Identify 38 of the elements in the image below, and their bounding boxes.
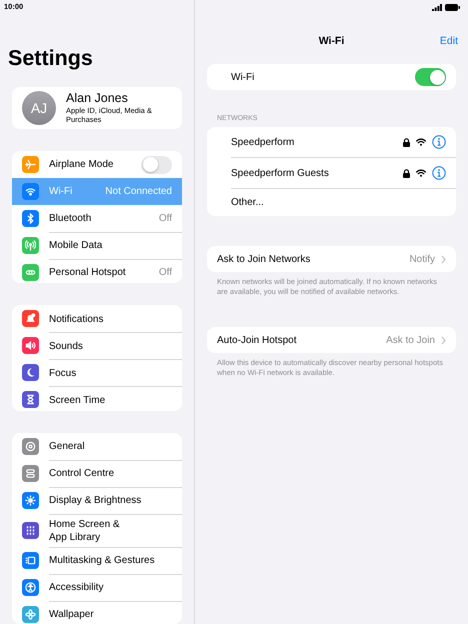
wifi-label: Wi-Fi (231, 72, 254, 82)
chevron-icon (441, 254, 446, 264)
network-name[interactable]: Other... (231, 197, 264, 208)
avatar: AJ (22, 90, 56, 125)
sidebar-item[interactable]: Airplane Mode (12, 150, 182, 178)
wifi-icon (416, 138, 426, 146)
sidebar-item[interactable]: Sounds (12, 332, 182, 360)
sidebar-item[interactable]: Personal Hotspot Off (12, 258, 182, 284)
toggle-switch[interactable] (141, 156, 172, 174)
page-title: Settings (8, 44, 94, 71)
option-row[interactable]: Ask to Join Networks Notify (207, 246, 456, 272)
wifi-icon (416, 169, 426, 177)
toggle-switch[interactable] (415, 68, 446, 86)
sidebar-item[interactable]: Screen Time (12, 386, 182, 411)
sidebar-item[interactable]: Multitasking & Gestures (12, 546, 182, 574)
profile-name: Alan Jones (66, 91, 129, 106)
network-name[interactable]: Speedperform Guests (231, 168, 329, 178)
chevron-icon (441, 336, 446, 344)
sidebar-item[interactable]: Display & Brightness (12, 486, 182, 514)
option-value: Notify (409, 254, 435, 264)
sidebar-item[interactable]: Home Screen & App Library (12, 514, 182, 547)
nav-title: Wi-Fi (318, 35, 344, 47)
info-button[interactable] (432, 166, 446, 180)
battery-icon (445, 4, 460, 10)
info-button[interactable] (432, 135, 446, 149)
signal-icon (432, 4, 442, 10)
option-value: Ask to Join (386, 334, 435, 346)
edit-button[interactable]: Edit (440, 35, 458, 47)
option-row[interactable]: Auto-Join Hotspot Ask to Join (207, 327, 456, 353)
sidebar-item[interactable]: Control Centre (12, 460, 182, 487)
network-name[interactable]: Speedperform (231, 136, 294, 148)
sidebar-item[interactable]: Bluetooth Off (12, 204, 182, 232)
sidebar-item[interactable]: General (12, 432, 182, 460)
sidebar-item[interactable]: Accessibility (12, 574, 182, 601)
sidebar-item[interactable]: Wallpaper (12, 600, 182, 624)
sidebar-item[interactable]: Mobile Data (12, 232, 182, 259)
sidebar-item[interactable]: Focus (12, 359, 182, 386)
sidebar-item[interactable]: Notifications (12, 305, 182, 332)
